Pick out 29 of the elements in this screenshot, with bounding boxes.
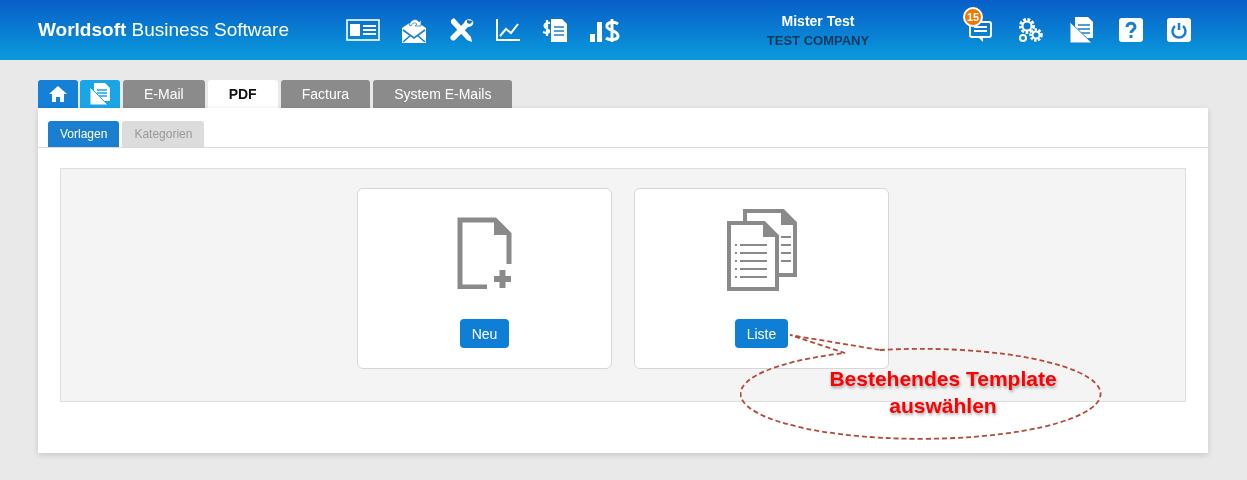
tab[interactable]: PDF [207,80,278,108]
home-tab[interactable] [38,80,78,108]
user-name: Mister Test [781,12,855,29]
home-icon [48,85,68,103]
gears-icon[interactable] [1017,17,1045,43]
line-chart-icon[interactable] [495,18,521,42]
tab[interactable]: Factura [280,80,371,108]
power-icon[interactable] [1167,18,1191,42]
contact-card-icon[interactable] [346,19,380,41]
notification-badge: 15 [963,7,983,27]
company-name: TEST COMPANY [766,32,870,48]
callout-text: Bestehendes Template auswählen [828,366,1058,419]
help-icon[interactable] [1119,18,1143,42]
app-title: Worldsoft Business Software [38,19,290,41]
tab[interactable]: E-Mail [123,80,205,108]
mail-icon[interactable] [401,16,427,44]
document-icon[interactable] [1069,16,1095,44]
sub-tab[interactable]: Vorlagen [48,121,120,147]
new-document-icon [456,217,513,289]
tab[interactable]: System E-Mails [373,80,513,108]
tools-icon[interactable] [448,17,474,43]
documents-list-icon [726,209,797,291]
sub-tab[interactable]: Kategorien [122,121,205,147]
dollar-document-icon[interactable] [542,17,568,43]
bar-dollar-icon[interactable] [589,17,621,43]
document-tab[interactable] [80,80,120,108]
list-button[interactable]: Liste [734,319,789,348]
new-button[interactable]: Neu [459,319,510,348]
document-icon [89,82,111,106]
